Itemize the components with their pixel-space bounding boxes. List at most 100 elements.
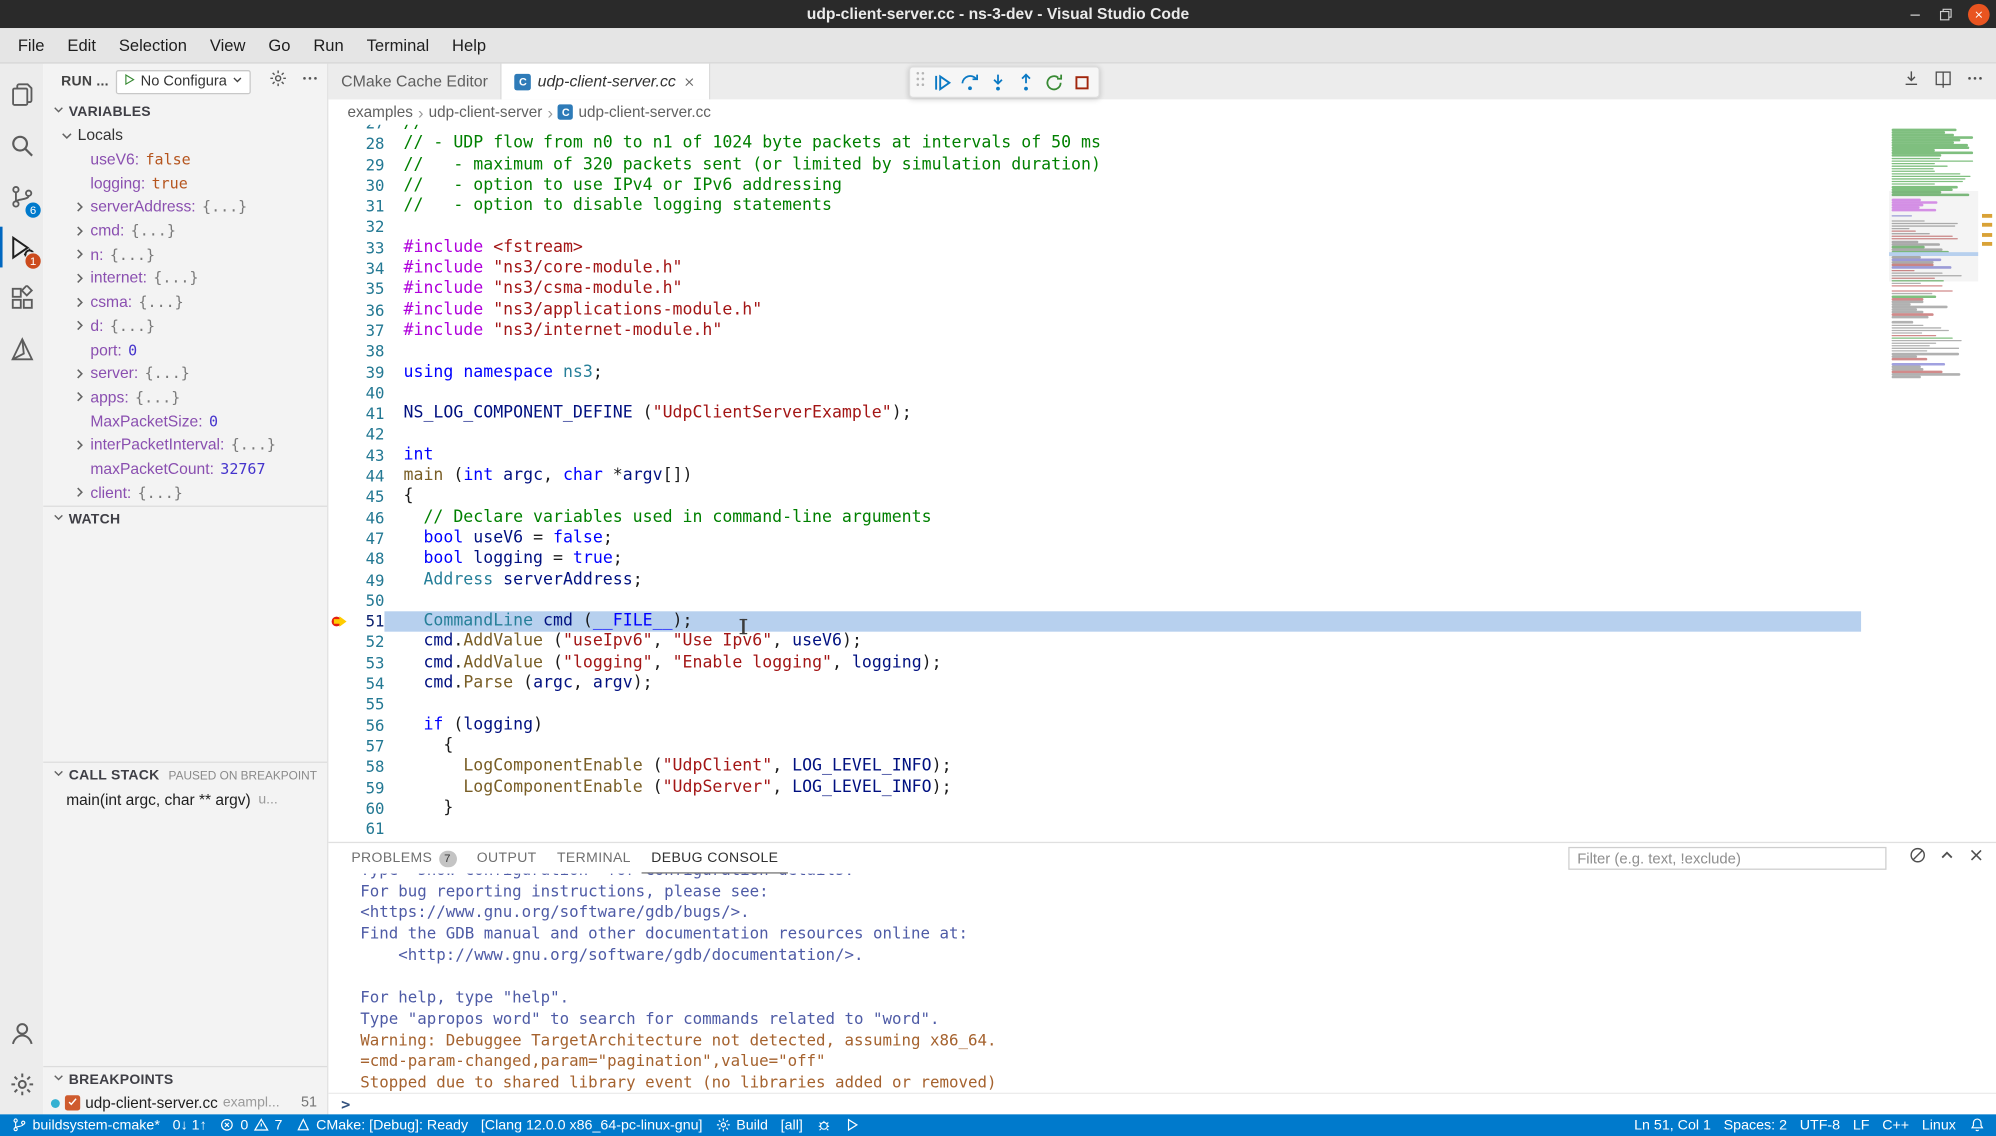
stop-icon[interactable]	[1068, 69, 1095, 96]
variables-header[interactable]: VARIABLES	[43, 99, 327, 123]
status-cmake-kit[interactable]: [Clang 12.0.0 x86_64-pc-linux-gnu]	[474, 1114, 708, 1136]
code-line-36[interactable]: 36#include "ns3/applications-module.h"	[328, 300, 1996, 321]
gutter[interactable]	[328, 611, 351, 632]
breakpoint-item[interactable]: udp-client-server.cc exampl... 51	[43, 1091, 327, 1114]
code-line-37[interactable]: 37#include "ns3/internet-module.h"	[328, 321, 1996, 342]
settings-gear-icon[interactable]	[269, 69, 288, 94]
step-out-icon[interactable]	[1012, 69, 1039, 96]
status-cursor-position[interactable]: Ln 51, Col 1	[1628, 1114, 1718, 1136]
more-actions-icon[interactable]	[1965, 69, 1984, 94]
variable-MaxPacketSize[interactable]: MaxPacketSize:0	[43, 409, 327, 433]
variable-client[interactable]: client:{...}	[43, 481, 327, 505]
watch-header[interactable]: WATCH	[43, 507, 327, 531]
more-actions-icon[interactable]	[301, 69, 320, 94]
code-line-32[interactable]: 32	[328, 217, 1996, 238]
gutter[interactable]	[328, 176, 351, 197]
status-cmake-status[interactable]: CMake: [Debug]: Ready	[289, 1114, 475, 1136]
code-line-49[interactable]: 49 Address serverAddress;	[328, 570, 1996, 591]
variable-d[interactable]: d:{...}	[43, 314, 327, 338]
restore-icon[interactable]	[1937, 6, 1954, 23]
gutter[interactable]	[328, 757, 351, 778]
activity-search[interactable]	[0, 120, 43, 171]
code-line-34[interactable]: 34#include "ns3/core-module.h"	[328, 259, 1996, 280]
status-cmake-build[interactable]: Build	[709, 1114, 774, 1136]
variable-interPacketInterval[interactable]: interPacketInterval:{...}	[43, 433, 327, 457]
step-over-icon[interactable]	[956, 69, 983, 96]
panel-tab-output[interactable]: OUTPUT	[467, 843, 547, 874]
debug-config-dropdown[interactable]: No Configura	[116, 69, 251, 93]
code-line-50[interactable]: 50	[328, 591, 1996, 612]
gutter[interactable]	[328, 238, 351, 259]
panel-tab-problems[interactable]: PROBLEMS7	[341, 843, 466, 874]
variable-port[interactable]: port:0	[43, 338, 327, 362]
status-language-mode[interactable]: C++	[1876, 1114, 1916, 1136]
download-icon[interactable]	[1902, 69, 1921, 94]
gutter[interactable]	[328, 300, 351, 321]
menu-run[interactable]: Run	[302, 36, 355, 55]
status-problems[interactable]: 07	[213, 1114, 289, 1136]
activity-source-control[interactable]: 6	[0, 171, 43, 222]
activity-extensions[interactable]	[0, 273, 43, 324]
gutter[interactable]	[328, 404, 351, 425]
console-input[interactable]: >	[328, 1093, 1996, 1115]
code-line-41[interactable]: 41NS_LOG_COMPONENT_DEFINE ("UdpClientSer…	[328, 404, 1996, 425]
status-launch-target[interactable]	[838, 1114, 867, 1136]
chevron-up-icon[interactable]	[1937, 846, 1956, 871]
variable-logging[interactable]: logging:true	[43, 171, 327, 195]
split-editor-icon[interactable]	[1934, 69, 1953, 94]
minimize-icon[interactable]	[1907, 6, 1924, 23]
code-line-53[interactable]: 53 cmd.AddValue ("logging", "Enable logg…	[328, 653, 1996, 674]
status-notifications[interactable]	[1962, 1114, 1991, 1136]
gutter[interactable]	[328, 736, 351, 757]
breakpoints-header[interactable]: BREAKPOINTS	[43, 1067, 327, 1091]
gutter[interactable]	[328, 321, 351, 342]
activity-settings-gear[interactable]	[0, 1058, 43, 1109]
status-encoding[interactable]: UTF-8	[1793, 1114, 1846, 1136]
step-into-icon[interactable]	[984, 69, 1011, 96]
variable-apps[interactable]: apps:{...}	[43, 385, 327, 409]
gutter[interactable]	[328, 279, 351, 300]
variable-server[interactable]: server:{...}	[43, 362, 327, 386]
gutter[interactable]	[328, 508, 351, 529]
gutter[interactable]	[328, 425, 351, 446]
gutter[interactable]	[328, 549, 351, 570]
gutter[interactable]	[328, 674, 351, 695]
code-line-31[interactable]: 31// - option to disable logging stateme…	[328, 196, 1996, 217]
gutter[interactable]	[328, 487, 351, 508]
breakpoint-checkbox[interactable]	[65, 1095, 80, 1110]
status-build-target[interactable]: [all]	[774, 1114, 809, 1136]
close-button[interactable]	[1968, 3, 1990, 25]
gutter[interactable]	[328, 155, 351, 176]
breadcrumb-item[interactable]: udp-client-server.cc	[578, 103, 710, 121]
menu-selection[interactable]: Selection	[107, 36, 198, 55]
gutter[interactable]	[328, 466, 351, 487]
code-line-45[interactable]: 45{	[328, 487, 1996, 508]
restart-icon[interactable]	[1040, 69, 1067, 96]
breadcrumb-item[interactable]: udp-client-server	[429, 103, 543, 121]
minimap[interactable]	[1889, 125, 1978, 842]
code-line-43[interactable]: 43int	[328, 445, 1996, 466]
gutter[interactable]	[328, 570, 351, 591]
code-line-40[interactable]: 40	[328, 383, 1996, 404]
code-line-38[interactable]: 38	[328, 342, 1996, 363]
code-line-58[interactable]: 58 LogComponentEnable ("UdpClient", LOG_…	[328, 757, 1996, 778]
code-line-44[interactable]: 44main (int argc, char *argv[])	[328, 466, 1996, 487]
code-line-35[interactable]: 35#include "ns3/csma-module.h"	[328, 279, 1996, 300]
code-line-47[interactable]: 47 bool useV6 = false;	[328, 528, 1996, 549]
variable-maxPacketCount[interactable]: maxPacketCount:32767	[43, 457, 327, 481]
close-icon[interactable]	[1967, 846, 1986, 871]
gutter[interactable]	[328, 528, 351, 549]
menu-go[interactable]: Go	[257, 36, 302, 55]
variable-useV6[interactable]: useV6:false	[43, 147, 327, 171]
status-indentation[interactable]: Spaces: 2	[1717, 1114, 1793, 1136]
gutter[interactable]	[328, 125, 351, 134]
code-line-57[interactable]: 57 {	[328, 736, 1996, 757]
variable-serverAddress[interactable]: serverAddress:{...}	[43, 195, 327, 219]
gutter[interactable]	[328, 383, 351, 404]
code-line-54[interactable]: 54 cmd.Parse (argc, argv);	[328, 674, 1996, 695]
gutter[interactable]	[328, 259, 351, 280]
tab-udp-client-server-cc[interactable]: Cudp-client-server.cc	[502, 64, 710, 100]
code-line-51[interactable]: 51 CommandLine cmd (__FILE__);	[328, 611, 1996, 632]
gutter[interactable]	[328, 694, 351, 715]
code-line-42[interactable]: 42	[328, 425, 1996, 446]
